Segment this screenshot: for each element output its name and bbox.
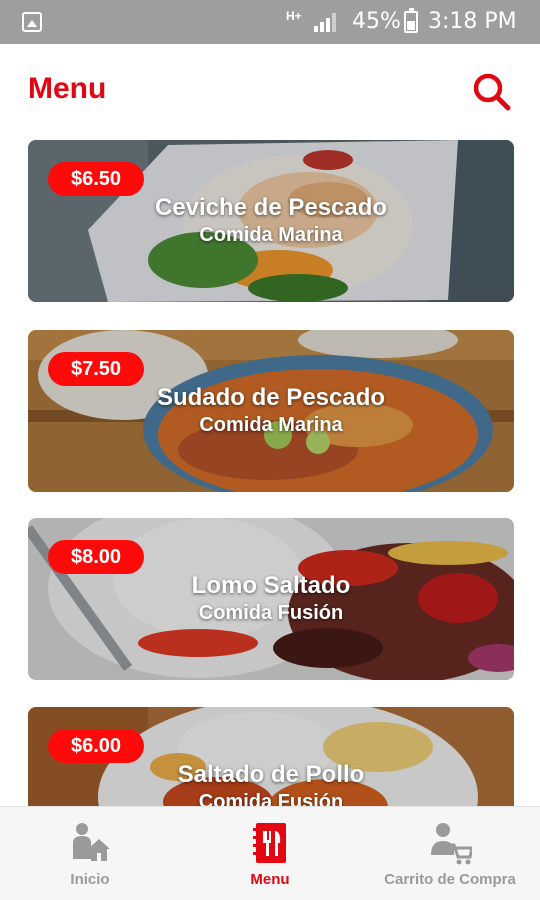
dish-category: Comida Fusión: [198, 602, 344, 624]
dish-name: Lomo Saltado: [191, 572, 351, 599]
home-user-icon: [73, 823, 110, 861]
dish-name: Sudado de Pescado: [156, 384, 386, 411]
page-title: Menu: [28, 72, 107, 105]
search-button[interactable]: [470, 70, 514, 114]
app-header: Menu: [0, 44, 540, 136]
price-badge: $6.50: [48, 162, 144, 196]
dish-category: Comida Marina: [199, 224, 343, 246]
gallery-notification-icon: [22, 12, 42, 32]
search-icon: [473, 73, 511, 111]
price-badge: $6.00: [48, 729, 144, 763]
menu-card-ceviche[interactable]: $6.50 Ceviche de Pescado Comida Marina: [28, 140, 514, 302]
menu-card-lomo-saltado[interactable]: $8.00 Lomo Saltado Comida Fusión: [28, 518, 514, 680]
status-bar: H+ 45% 3:18 PM: [0, 0, 540, 44]
dish-name: Ceviche de Pescado: [154, 194, 388, 221]
nav-item-menu[interactable]: Menu: [180, 807, 360, 900]
dish-category: Comida Marina: [199, 414, 343, 436]
signal-icon: [314, 13, 336, 32]
menu-card-sudado[interactable]: $7.50 Sudado de Pescado Comida Marina: [28, 330, 514, 492]
price-badge: $8.00: [48, 540, 144, 574]
dish-name: Saltado de Pollo: [177, 761, 365, 788]
cart-user-icon: [431, 823, 472, 865]
nav-item-carrito[interactable]: Carrito de Compra: [360, 807, 540, 900]
clock: 3:18 PM: [428, 9, 517, 34]
nav-label: Inicio: [70, 871, 110, 888]
network-type: H+: [286, 9, 302, 23]
price-badge: $7.50: [48, 352, 144, 386]
nav-label: Carrito de Compra: [384, 871, 516, 888]
nav-label: Menu: [250, 871, 290, 888]
bottom-navigation: Inicio Menu Carrito de Compra: [0, 806, 540, 900]
nav-item-inicio[interactable]: Inicio: [0, 807, 180, 900]
battery-percent: 45%: [352, 9, 401, 34]
menu-book-icon: [253, 823, 286, 863]
battery-icon: [404, 8, 418, 33]
